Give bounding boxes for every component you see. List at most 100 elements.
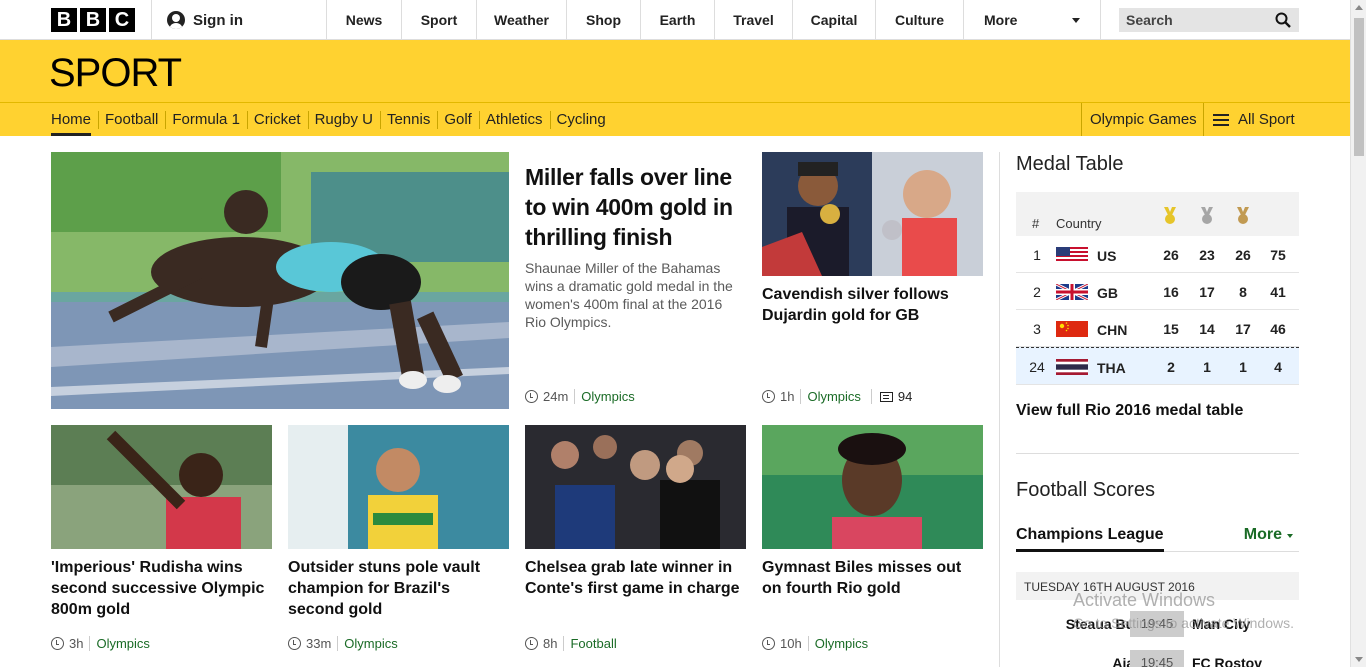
pole-vault-story-image[interactable] [288,425,509,549]
story-headline[interactable]: Cavendish silver follows Dujardin gold f… [762,284,983,326]
section-tag-link[interactable]: Football [563,636,617,651]
story-headline[interactable]: Gymnast Biles misses out on fourth Rio g… [762,557,983,599]
subnav-item-formula-1[interactable]: Formula 1 [165,103,247,136]
story-meta: 10h Olympics [762,636,868,651]
chevron-down-icon [1287,534,1293,538]
nav-link-culture[interactable]: Culture [875,0,963,40]
away-team: FC Rostov [1192,655,1262,667]
nav-links: News Sport Weather Shop Earth Travel Cap… [326,0,963,40]
nav-link-news[interactable]: News [326,0,401,40]
subnav-item-cricket[interactable]: Cricket [246,103,308,136]
sign-in-link[interactable]: Sign in [167,0,243,40]
nav-link-sport[interactable]: Sport [401,0,476,40]
biles-story-image[interactable] [762,425,983,549]
nav-link-weather[interactable]: Weather [476,0,566,40]
medal-table-title: Medal Table [1016,153,1124,175]
comment-count: 94 [897,389,913,404]
tab-champions-league[interactable]: Champions League [1016,526,1164,552]
subnav-item-football[interactable]: Football [98,103,165,136]
page-scrollbar[interactable] [1350,0,1366,667]
story-headline[interactable]: Outsider stuns pole vault champion for B… [288,557,509,620]
all-sport-menu-button[interactable]: All Sport [1203,103,1313,136]
global-navigation: B B C Sign in News Sport Weather Shop Ea… [0,0,1350,40]
story-meta: 1h Olympics 94 [762,389,912,404]
clock-icon [51,637,64,650]
timestamp: 10h [780,636,802,651]
comments-link[interactable]: 94 [870,389,913,404]
scroll-down-arrow-icon[interactable] [1355,657,1363,662]
search-icon[interactable] [1275,12,1291,28]
subnav-item-home[interactable]: Home [44,103,98,136]
subnav-item-athletics[interactable]: Athletics [478,103,550,136]
story-headline[interactable]: 'Imperious' Rudisha wins second successi… [51,557,272,620]
cavendish-story-image[interactable] [762,152,983,276]
subnav-item-cycling[interactable]: Cycling [549,103,613,136]
section-tag-link[interactable]: Olympics [89,636,150,651]
lead-headline[interactable]: Miller falls over line to win 400m gold … [525,162,750,252]
rank: 1 [1033,247,1041,263]
clock-icon [762,390,775,403]
nav-link-capital[interactable]: Capital [792,0,875,40]
medal-table-row-highlighted[interactable]: 24 THA 2 1 1 4 [1016,347,1299,385]
bbc-logo[interactable]: B B C [51,8,135,32]
comment-icon [879,391,893,402]
gold-count: 16 [1163,284,1179,300]
clock-icon [525,390,538,403]
fixture-row[interactable]: Ajax 19:45 FC Rostov [1016,650,1299,667]
subnav-item-rugby-union[interactable]: Rugby U [307,103,380,136]
medal-table-row[interactable]: 3 CHN 15 14 17 46 [1016,310,1299,347]
nav-link-shop[interactable]: Shop [566,0,640,40]
section-tag-link[interactable]: Olympics [807,636,868,651]
lead-meta: 24m Olympics [525,389,635,404]
rank-column-header: # [1032,216,1040,231]
activate-windows-watermark: Activate Windows [1073,590,1216,610]
subnav-item-golf[interactable]: Golf [437,103,479,136]
timestamp: 3h [69,636,84,651]
sport-subnav: Home Football Formula 1 Cricket Rugby U … [0,103,1350,136]
rank: 24 [1029,359,1045,375]
subnav-item-olympic-games[interactable]: Olympic Games [1081,103,1203,136]
view-full-medal-table-link[interactable]: View full Rio 2016 medal table [1016,402,1243,420]
section-tag-link[interactable]: Olympics [337,636,398,651]
section-tag-link[interactable]: Olympics [574,389,635,404]
sign-in-label: Sign in [193,11,243,29]
more-menu-button[interactable]: More [963,0,1101,40]
country-name: US [1097,248,1117,264]
subnav-item-tennis[interactable]: Tennis [379,103,437,136]
section-tag-link[interactable]: Olympics [800,389,861,404]
nav-link-earth[interactable]: Earth [640,0,714,40]
medal-table-row[interactable]: 1 US 26 23 26 75 [1016,236,1299,273]
rank: 3 [1033,321,1041,337]
total-count: 4 [1274,359,1282,375]
gb-flag-icon [1056,284,1088,300]
rudisha-story-image[interactable] [51,425,272,549]
silver-count: 1 [1203,359,1211,375]
more-competitions-button[interactable]: More [1244,526,1293,544]
us-flag-icon [1056,247,1088,263]
gold-count: 26 [1163,247,1179,263]
gold-count: 15 [1163,321,1179,337]
sport-masthead: SPORT [0,40,1350,103]
olympic-games-label: Olympic Games [1090,111,1197,128]
scrollbar-thumb[interactable] [1354,18,1364,156]
chevron-down-icon [1072,18,1080,23]
logo-letter: C [109,8,135,32]
story-meta: 8h Football [525,636,617,651]
logo-letter: B [51,8,77,32]
lead-story-image[interactable] [51,152,509,409]
medal-table: # Country 1 US 26 23 26 75 2 GB 16 17 8 … [1016,192,1299,385]
chelsea-story-image[interactable] [525,425,746,549]
medal-table-row[interactable]: 2 GB 16 17 8 41 [1016,273,1299,310]
search-input[interactable]: Search [1119,8,1299,32]
silver-count: 17 [1199,284,1215,300]
story-headline[interactable]: Chelsea grab late winner in Conte's firs… [525,557,746,599]
clock-icon [762,637,775,650]
rank: 2 [1033,284,1041,300]
thailand-flag-icon [1056,359,1088,375]
silver-count: 23 [1199,247,1215,263]
football-scores-title: Football Scores [1016,479,1155,501]
scroll-up-arrow-icon[interactable] [1355,5,1363,10]
nav-link-travel[interactable]: Travel [714,0,792,40]
china-flag-icon [1056,321,1088,337]
page-title[interactable]: SPORT [49,51,182,96]
